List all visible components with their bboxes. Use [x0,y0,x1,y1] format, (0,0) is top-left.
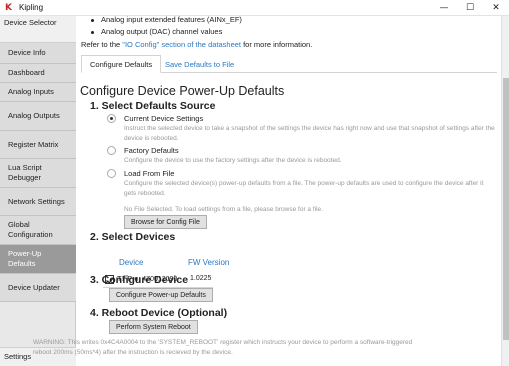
radio-factory-defaults[interactable] [107,146,116,155]
sidebar-item-device-selector[interactable]: Device Selector [0,16,76,43]
refer-suffix: for more information. [241,40,313,49]
device-column-header: Device [119,258,144,267]
step2-heading: 2. Select Devices [90,231,176,243]
title-bar: K Kipling — ☐ ✕ [0,0,509,16]
main-content: Analog input extended features (AINx_EF)… [77,16,501,366]
perform-system-reboot-button[interactable]: Perform System Reboot [109,320,198,334]
refer-prefix: Refer to the [81,40,123,49]
window-title: Kipling [19,3,44,12]
kipling-logo-icon: K [5,2,12,13]
step4-heading: 4. Reboot Device (Optional) [90,307,228,319]
feature-list: Analog input extended features (AINx_EF)… [91,16,242,38]
fw-version-column-header: FW Version [188,258,230,267]
option-description: Configure the selected device(s) power-u… [124,180,484,197]
radio-current-settings[interactable] [107,114,116,123]
window-controls: — ☐ ✕ [431,0,509,16]
tab-save-defaults-to-file[interactable]: Save Defaults to File [157,55,242,73]
tab-configure-defaults[interactable]: Configure Defaults [81,55,162,73]
radio-load-from-file[interactable] [107,169,116,178]
page-title: Configure Device Power-Up Defaults [80,84,285,98]
option-label: Current Device Settings [124,114,204,123]
option-factory-defaults[interactable]: Factory Defaults [107,146,179,156]
minimize-icon[interactable]: — [431,0,457,16]
sidebar: Device Selector Device Info Dashboard An… [0,16,76,366]
option-label: Factory Defaults [124,146,179,155]
sidebar-item-analog-inputs[interactable]: Analog Inputs [0,83,76,102]
step3-heading: 3. Configure Device [90,274,189,286]
io-config-link[interactable]: "IO Config" section of the datasheet [122,40,241,49]
sidebar-item-lua-script-debugger[interactable]: Lua Script Debugger [0,159,76,188]
sidebar-item-analog-outputs[interactable]: Analog Outputs [0,102,76,131]
sidebar-item-network-settings[interactable]: Network Settings [0,188,76,216]
close-icon[interactable]: ✕ [483,0,509,16]
configure-power-up-defaults-button[interactable]: Configure Power-up Defaults [109,288,213,302]
list-item: Analog output (DAC) channel values [91,26,242,38]
sidebar-item-dashboard[interactable]: Dashboard [0,64,76,83]
step1-heading: 1. Select Defaults Source [90,100,216,112]
scrollbar-thumb[interactable] [503,78,509,340]
device-fw-version: 1.0225 [190,275,212,282]
maximize-icon[interactable]: ☐ [457,0,483,16]
option-label: Load From File [124,169,175,178]
option-description: Configure the device to use the factory … [124,157,342,164]
list-item: Analog input extended features (AINx_EF) [91,16,242,26]
sidebar-item-register-matrix[interactable]: Register Matrix [0,131,76,159]
sidebar-item-power-up-defaults[interactable]: Power-Up Defaults [0,245,76,274]
sidebar-item-device-info[interactable]: Device Info [0,43,76,64]
refer-text: Refer to the "IO Config" section of the … [81,40,312,49]
option-load-from-file[interactable]: Load From File [107,169,174,179]
browse-config-file-button[interactable]: Browse for Config File [124,215,207,229]
no-file-text: No File Selected. To load settings from … [124,206,323,213]
option-description: Instruct the selected device to take a s… [124,125,495,142]
reboot-warning: WARNING: This writes 0x4C4A0004 to the '… [33,339,413,356]
option-current-device-settings[interactable]: Current Device Settings [107,114,203,124]
tab-bar: Configure Defaults Save Defaults to File [81,55,497,73]
sidebar-item-device-updater[interactable]: Device Updater [0,274,76,302]
sidebar-item-global-configuration[interactable]: Global Configuration [0,216,76,245]
vertical-scrollbar[interactable] [501,16,509,366]
